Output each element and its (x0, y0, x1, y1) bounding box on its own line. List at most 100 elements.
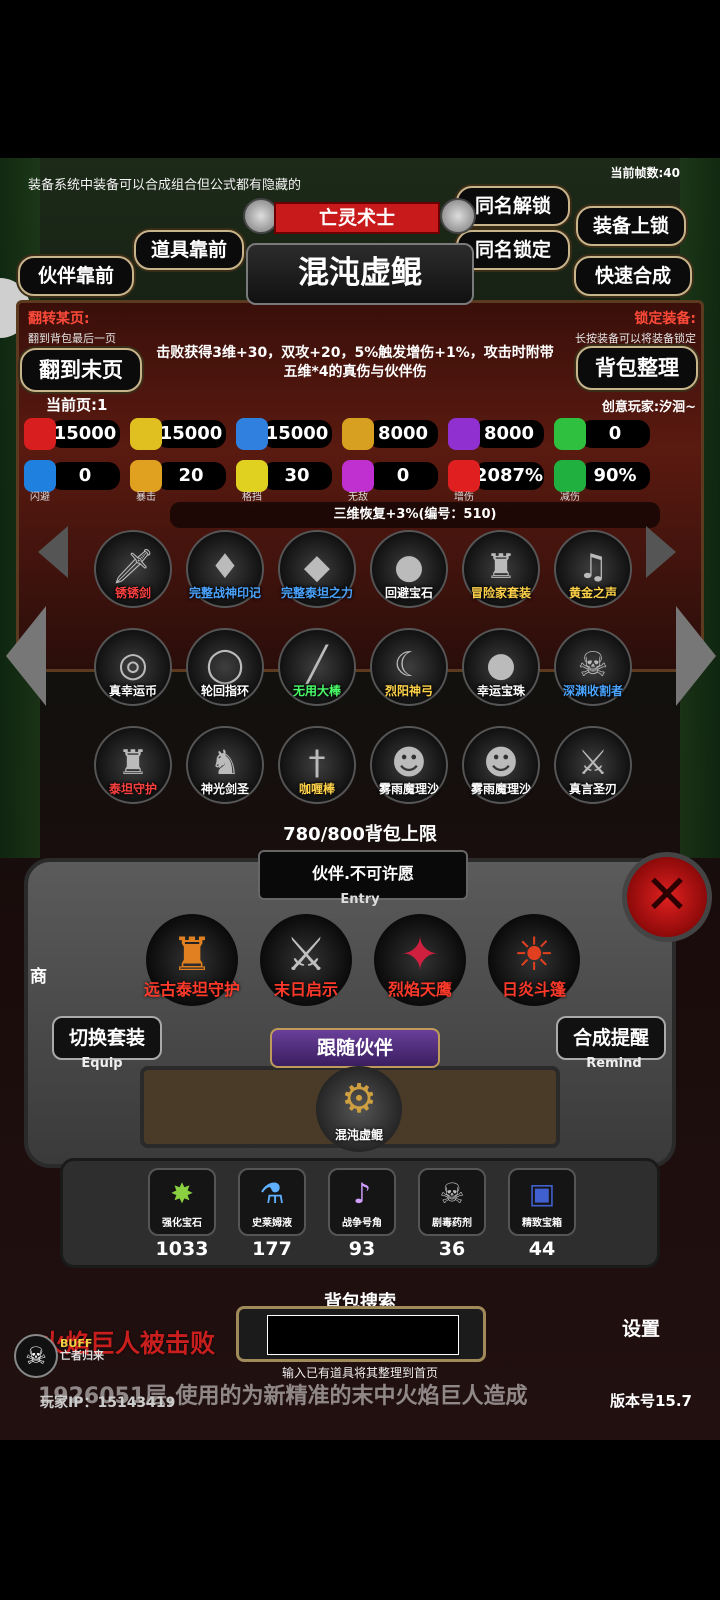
material-slot[interactable]: ♪ 战争号角 93 (322, 1168, 402, 1268)
armor-icon (130, 418, 162, 450)
material-count: 1033 (155, 1238, 209, 1260)
item-name: 真言圣刃 (568, 782, 617, 796)
bag-item[interactable]: ♜ 泰坦守护 (88, 726, 178, 816)
player-ip: 玩家IP：15143419 (40, 1395, 176, 1411)
bag-item[interactable]: ● 回避宝石 (364, 530, 454, 620)
stat-block: 30 格挡 (232, 458, 334, 503)
stats-row-primary: 15000 15000 15000 8000 8000 0 (20, 416, 700, 452)
partner-slot[interactable]: ✦ 烈焰天鹰 (374, 914, 466, 1006)
flip-page-note: 翻到背包最后一页 (28, 332, 116, 345)
bag-search-input[interactable] (267, 1315, 459, 1355)
bag-item[interactable]: ♞ 神光剑圣 (180, 726, 270, 816)
partner-name: 末日启示 (273, 980, 338, 999)
bag-item[interactable]: ● 幸运宝珠 (456, 628, 546, 718)
bag-search-frame (236, 1306, 486, 1362)
skull-ornament-right-icon (440, 198, 476, 234)
settings-button[interactable]: 设置 (622, 1314, 660, 1341)
stat-armor: 15000 (126, 416, 228, 452)
item-name: 神光剑圣 (200, 782, 249, 796)
material-count: 177 (252, 1238, 292, 1260)
stat-invincible: 0 无敌 (338, 458, 440, 503)
partner-slot[interactable]: ☀ 日炎斗篷 (488, 914, 580, 1006)
item-name: 锈锈剑 (114, 586, 151, 600)
partner-front-button[interactable]: 伙伴靠前 (18, 256, 134, 296)
bag-item[interactable]: ♫ 黄金之声 (548, 530, 638, 620)
items-front-button[interactable]: 道具靠前 (134, 230, 244, 270)
bag-item[interactable]: ⚔ 真言圣刃 (548, 726, 638, 816)
material-slot[interactable]: ▣ 精致宝箱 44 (502, 1168, 582, 1268)
stat-value: 20 (156, 462, 226, 490)
lock-equip-note: 长按装备可以将装备锁定 (575, 332, 696, 345)
lightning-icon (448, 418, 480, 450)
item-name: 真幸运币 (108, 684, 157, 698)
material-slot[interactable]: ☠ 剧毒药剂 36 (412, 1168, 492, 1268)
bag-item[interactable]: ◎ 真幸运币 (88, 628, 178, 718)
stat-label: 暴击 (136, 492, 156, 503)
shop-label[interactable]: 商 (30, 962, 47, 987)
bag-item[interactable]: ☻ 雾雨魔理沙 (364, 726, 454, 816)
heart-icon (24, 418, 56, 450)
item-name: 泰坦守护 (108, 782, 157, 796)
stats-row-secondary: 0 闪避 20 暴击 30 格挡 0 无敌 2087% 增伤 90% 减伤 (20, 458, 700, 503)
material-icon: ☠ (439, 1177, 465, 1210)
class-ribbon: 亡灵术士 (274, 202, 440, 234)
item-name: 黄金之声 (568, 586, 617, 600)
bag-item[interactable]: ╱ 无用大棒 (272, 628, 362, 718)
item-name: 回避宝石 (384, 586, 433, 600)
bag-item[interactable]: ◯ 轮回指环 (180, 628, 270, 718)
material-name: 史莱姆液 (252, 1218, 292, 1229)
follow-partner-avatar[interactable]: ⚙ 混沌虚鲲 (316, 1066, 402, 1152)
material-count: 44 (528, 1238, 556, 1260)
material-name: 剧毒药剂 (432, 1218, 472, 1229)
stat-value: 8000 (368, 420, 438, 448)
bag-item[interactable]: ☾ 烈阳神弓 (364, 628, 454, 718)
partner-slot[interactable]: ⚔ 末日启示 (260, 914, 352, 1006)
material-slot[interactable]: ✸ 强化宝石 1033 (142, 1168, 222, 1268)
equip-lock-button[interactable]: 装备上锁 (576, 206, 686, 246)
stat-damage-down: 90% 减伤 (550, 458, 652, 503)
stat-damage-up: 2087% 增伤 (444, 458, 546, 503)
bag-item[interactable]: † 咖喱棒 (272, 726, 362, 816)
merge-remind-button[interactable]: 合成提醒 (556, 1016, 666, 1060)
stat-label: 无敌 (348, 492, 368, 503)
partner-slot[interactable]: ♜ 远古泰坦守护 (144, 914, 240, 1006)
stat-crit: 20 暴击 (126, 458, 228, 503)
bag-item[interactable]: ◆ 完整泰坦之力 (272, 530, 362, 620)
sword-icon (342, 418, 374, 450)
material-icon: ▣ (528, 1177, 556, 1210)
bag-item-grid: 🗡 锈锈剑 ♦ 完整战神印记 ◆ 完整泰坦之力 ● 回避宝石 ♜ 冒险家套装 ♫ 黄金之声 ◎ 真幸运币 ◯… (30, 524, 690, 824)
flip-page-title: 翻转某页: (28, 311, 90, 327)
bag-item[interactable]: ♜ 冒险家套装 (456, 530, 546, 620)
stat-label: 减伤 (560, 492, 580, 503)
buff-subtitle: 亡者归来 (60, 1349, 104, 1362)
partner-icon: ☀ (513, 927, 555, 981)
goto-last-page-button[interactable]: 翻到末页 (20, 348, 142, 392)
bag-search-hint: 输入已有道具将其整理到首页 (281, 1366, 438, 1380)
material-count: 93 (348, 1238, 376, 1260)
bag-item[interactable]: ♦ 完整战神印记 (180, 530, 270, 620)
buff-skull-icon[interactable]: ☠ (14, 1334, 58, 1378)
sort-bag-button[interactable]: 背包整理 (576, 346, 698, 390)
stat-label: 格挡 (242, 492, 262, 503)
hero-name-plate: 混沌虚鲲 (246, 243, 474, 305)
close-button[interactable]: ✕ (622, 852, 712, 942)
stat-value: 0 (368, 462, 438, 490)
item-name: 幸运宝珠 (476, 684, 525, 698)
switch-set-button[interactable]: 切换套装 (52, 1016, 162, 1060)
item-name: 烈阳神弓 (384, 684, 433, 698)
stat-helmet: 15000 (232, 416, 334, 452)
bag-item[interactable]: ☻ 雾雨魔理沙 (456, 726, 546, 816)
material-slot[interactable]: ⚗ 史莱姆液 177 (232, 1168, 312, 1268)
creator-credit: 创意玩家:汐洄~ (601, 400, 696, 415)
item-name: 无用大棒 (292, 684, 341, 698)
current-page: 当前页:1 (46, 396, 108, 414)
bag-item[interactable]: ☠ 深渊收割者 (548, 628, 638, 718)
close-icon: ✕ (644, 863, 690, 926)
item-name: 雾雨魔理沙 (470, 782, 531, 796)
partner-icon: ⚔ (285, 927, 327, 981)
stat-label: 增伤 (454, 492, 474, 503)
bag-item[interactable]: 🗡 锈锈剑 (88, 530, 178, 620)
quick-merge-button[interactable]: 快速合成 (574, 256, 692, 296)
partner-name: 烈焰天鹰 (387, 980, 452, 999)
partner-icon: ✦ (400, 927, 440, 981)
